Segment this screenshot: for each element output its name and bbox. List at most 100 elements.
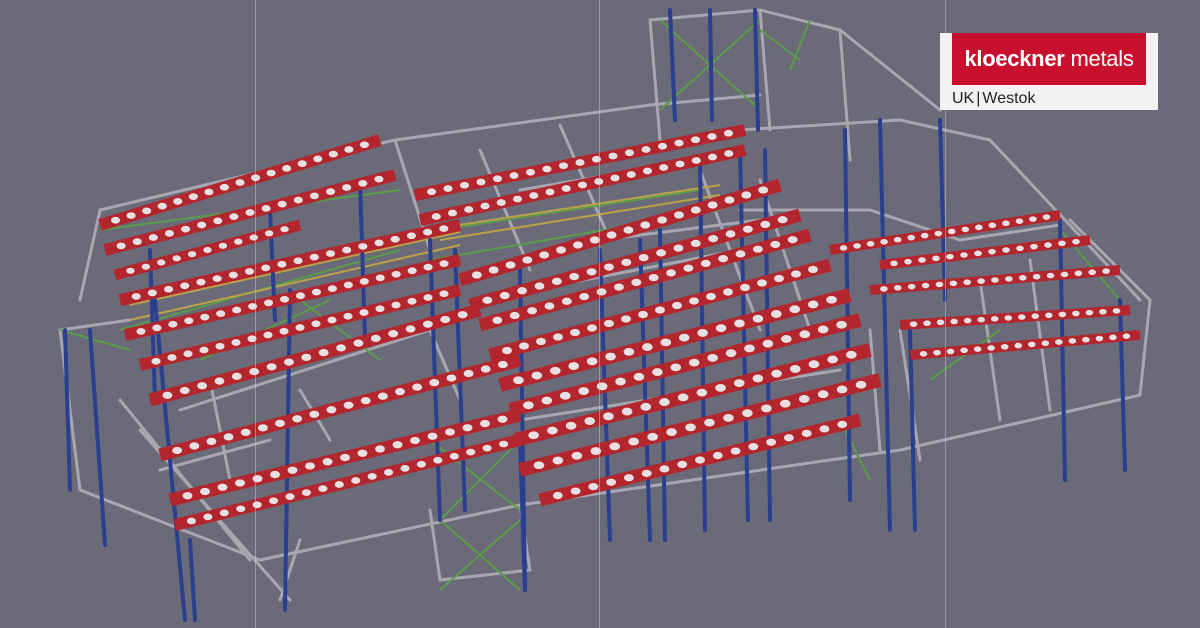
beam-opening bbox=[358, 179, 368, 187]
beam-opening bbox=[542, 165, 552, 173]
beam-opening bbox=[360, 397, 371, 405]
beam-opening bbox=[203, 513, 213, 521]
beam-opening bbox=[357, 449, 368, 457]
beam-opening bbox=[770, 310, 782, 318]
beam-opening bbox=[301, 489, 311, 496]
beam-opening bbox=[416, 460, 426, 468]
grey-member bbox=[758, 8, 842, 32]
beam-opening bbox=[578, 387, 590, 395]
beam-opening bbox=[179, 386, 190, 395]
kloeckner-metals-logo: kloeckner metals UK | Westok bbox=[940, 33, 1158, 110]
beam-opening bbox=[771, 369, 782, 378]
beam-opening bbox=[374, 239, 384, 247]
beam-opening bbox=[343, 401, 354, 409]
beam-opening bbox=[977, 316, 985, 323]
beam-opening bbox=[293, 257, 303, 265]
beam-opening bbox=[674, 211, 684, 219]
beam-opening bbox=[744, 344, 755, 353]
grey-member bbox=[78, 488, 262, 562]
beam-opening bbox=[673, 244, 684, 252]
beam-opening bbox=[789, 365, 801, 373]
beam-opening bbox=[808, 360, 820, 369]
grey-member bbox=[393, 103, 652, 142]
beam-opening bbox=[740, 283, 750, 292]
beam-opening bbox=[808, 265, 818, 274]
beam-opening bbox=[499, 291, 510, 300]
beam-opening bbox=[231, 339, 241, 346]
beam-opening bbox=[328, 150, 338, 158]
beam-opening bbox=[529, 192, 539, 199]
grey-member bbox=[258, 503, 522, 562]
beam-opening bbox=[249, 234, 258, 241]
beam-opening bbox=[443, 185, 453, 192]
beam-opening bbox=[571, 451, 583, 460]
beam-opening bbox=[606, 231, 617, 239]
beam-opening bbox=[525, 168, 536, 176]
beam-opening bbox=[439, 225, 449, 232]
beam-opening bbox=[480, 419, 490, 428]
beam-opening bbox=[1058, 240, 1066, 247]
beam-opening bbox=[932, 255, 940, 262]
beam-opening bbox=[757, 279, 767, 287]
beam-opening bbox=[164, 229, 175, 237]
column bbox=[753, 8, 760, 132]
beam-opening bbox=[344, 146, 354, 153]
beam-opening bbox=[837, 420, 848, 429]
beam-opening bbox=[492, 175, 503, 183]
beam-opening bbox=[836, 385, 848, 394]
beam-opening bbox=[742, 225, 753, 233]
column bbox=[878, 118, 892, 532]
beam-opening bbox=[707, 133, 717, 140]
beam-opening bbox=[407, 297, 417, 305]
beam-opening bbox=[675, 160, 685, 168]
beam-opening bbox=[459, 181, 470, 189]
beam-opening bbox=[880, 286, 888, 292]
beam-opening bbox=[551, 277, 562, 285]
beam-opening bbox=[180, 282, 190, 290]
beam-opening bbox=[528, 431, 540, 440]
beam-opening bbox=[641, 469, 652, 477]
beam-opening bbox=[724, 196, 735, 204]
beam-opening bbox=[325, 250, 336, 257]
beam-opening bbox=[559, 391, 571, 400]
column bbox=[283, 288, 292, 612]
beam-opening bbox=[935, 281, 944, 288]
beam-opening bbox=[890, 260, 898, 267]
beam-opening bbox=[588, 483, 599, 491]
beam-opening bbox=[1016, 245, 1024, 252]
beam-opening bbox=[412, 383, 423, 391]
beam-opening bbox=[893, 284, 902, 291]
beam-opening bbox=[950, 318, 958, 325]
beam-opening bbox=[920, 232, 929, 239]
beam-opening bbox=[963, 279, 972, 286]
grey-member bbox=[758, 8, 772, 132]
beam-opening bbox=[570, 328, 580, 337]
column bbox=[88, 328, 107, 547]
beam-opening bbox=[621, 407, 633, 416]
beam-opening bbox=[126, 212, 136, 219]
beam-opening bbox=[342, 246, 352, 254]
logo-brand-light: metals bbox=[1070, 46, 1134, 71]
beam-opening bbox=[334, 481, 344, 488]
beam-opening bbox=[522, 256, 533, 264]
grey-member bbox=[868, 328, 882, 452]
beam-opening bbox=[488, 266, 499, 274]
beam-opening bbox=[558, 162, 569, 170]
beam-opening bbox=[422, 320, 433, 328]
beam-opening bbox=[157, 259, 166, 266]
beam-opening bbox=[223, 433, 234, 441]
beam-opening bbox=[327, 316, 337, 324]
beam-opening bbox=[301, 353, 312, 362]
beam-opening bbox=[410, 436, 420, 445]
beam-opening bbox=[197, 221, 207, 229]
beam-opening bbox=[342, 184, 352, 191]
beam-opening bbox=[141, 263, 151, 270]
beam-opening bbox=[921, 282, 930, 289]
beam-opening bbox=[801, 429, 812, 437]
beam-opening bbox=[231, 372, 242, 380]
beam-opening bbox=[933, 349, 941, 356]
beam-opening bbox=[733, 379, 745, 388]
beam-opening bbox=[712, 451, 723, 460]
beam-opening bbox=[642, 343, 653, 352]
beam-opening bbox=[1058, 311, 1067, 318]
